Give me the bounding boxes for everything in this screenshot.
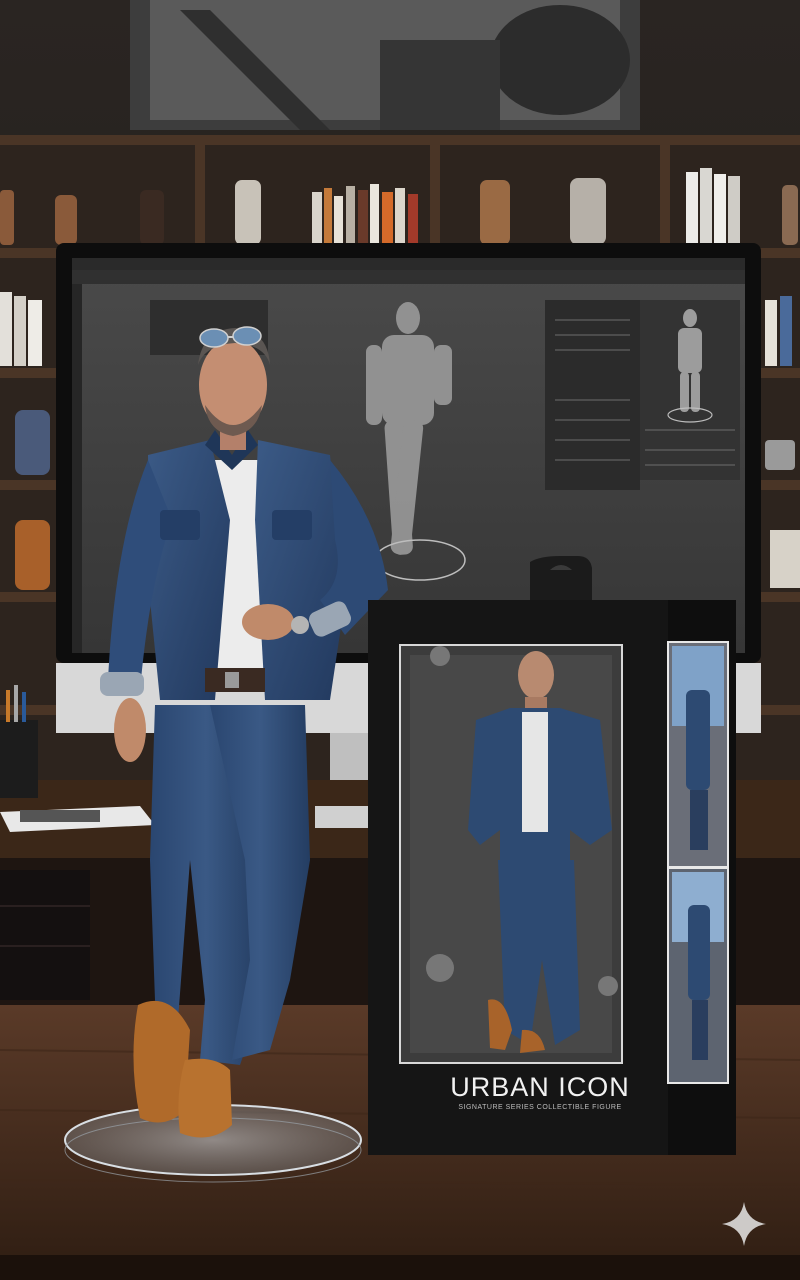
pen-holder — [0, 720, 38, 798]
product-name: URBAN ICON — [450, 1072, 630, 1102]
sparkle-icon — [722, 1202, 766, 1246]
packaging-box — [368, 556, 736, 1155]
keyboard — [315, 806, 370, 828]
sunglasses — [199, 328, 229, 348]
product-tagline: SIGNATURE SERIES COLLECTIBLE FIGURE — [458, 1104, 622, 1111]
photo-scene: URBAN ICON SIGNATURE SERIES COLLECTIBLE … — [0, 0, 800, 1280]
